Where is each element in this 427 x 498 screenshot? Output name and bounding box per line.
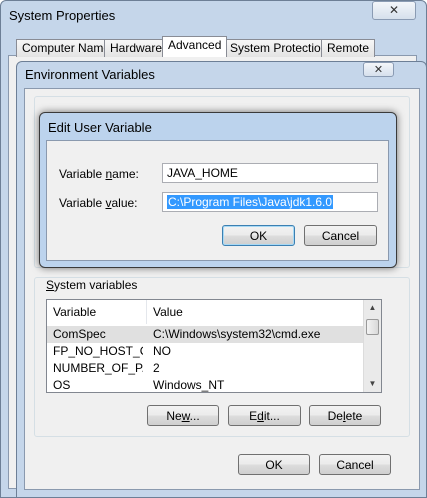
env-ok-button[interactable]: OK [238, 454, 310, 475]
scrollbar-thumb[interactable] [366, 319, 379, 335]
system-variables-list[interactable]: Variable Value ComSpec C:\Windows\system… [46, 299, 382, 393]
row-value: NO [153, 344, 171, 358]
delete-variable-button[interactable]: Delete [309, 405, 381, 426]
table-row[interactable]: FP_NO_HOST_C... NO [47, 343, 365, 360]
vertical-scrollbar[interactable]: ▲ ▼ [363, 300, 381, 392]
variable-name-label: Variable name: [59, 167, 139, 181]
edit-user-variable-title: Edit User Variable [48, 120, 152, 135]
variable-value-label: Variable value: [59, 196, 138, 210]
tab-advanced[interactable]: Advanced [162, 36, 228, 57]
edit-cancel-button[interactable]: Cancel [304, 225, 377, 246]
environment-variables-title: Environment Variables [25, 67, 155, 82]
close-icon: ✕ [373, 64, 384, 76]
row-variable: ComSpec [53, 327, 106, 341]
row-variable: FP_NO_HOST_C... [53, 344, 143, 358]
edit-variable-button[interactable]: Edit... [228, 405, 301, 426]
close-icon: ✕ [388, 3, 400, 17]
row-variable: OS [53, 378, 71, 392]
system-properties-title: System Properties [9, 8, 116, 23]
table-row[interactable]: ComSpec C:\Windows\system32\cmd.exe [47, 326, 365, 343]
scroll-up-icon[interactable]: ▲ [364, 300, 381, 316]
table-row[interactable]: OS Windows_NT [47, 377, 365, 392]
system-variables-label-text: ystem variables [54, 278, 138, 292]
column-header-value[interactable]: Value [147, 300, 381, 324]
system-properties-close-button[interactable]: ✕ [372, 1, 416, 20]
variable-value-field[interactable]: C:\Program Files\Java\jdk1.6.0 [162, 192, 378, 212]
tab-hardware[interactable]: Hardware [104, 39, 169, 57]
environment-variables-close-button[interactable]: ✕ [363, 62, 394, 77]
new-variable-button[interactable]: New... [147, 405, 219, 426]
system-variables-label: System variables [44, 278, 140, 292]
tab-remote[interactable]: Remote [321, 39, 376, 57]
tab-computer-name[interactable]: Computer Name [16, 39, 117, 57]
row-variable: NUMBER_OF_P... [53, 361, 143, 375]
edit-ok-button[interactable]: OK [222, 225, 295, 246]
row-value: 2 [153, 361, 160, 375]
variable-name-field[interactable]: JAVA_HOME [162, 163, 378, 183]
tab-system-protection[interactable]: System Protection [224, 39, 334, 57]
scroll-down-icon[interactable]: ▼ [364, 376, 381, 392]
variable-value-selected-text: C:\Program Files\Java\jdk1.6.0 [167, 195, 334, 209]
row-value: Windows_NT [153, 378, 225, 392]
row-value: C:\Windows\system32\cmd.exe [153, 327, 321, 341]
column-header-variable[interactable]: Variable [47, 300, 147, 324]
table-row[interactable]: NUMBER_OF_P... 2 [47, 360, 365, 377]
env-cancel-button[interactable]: Cancel [319, 454, 391, 475]
